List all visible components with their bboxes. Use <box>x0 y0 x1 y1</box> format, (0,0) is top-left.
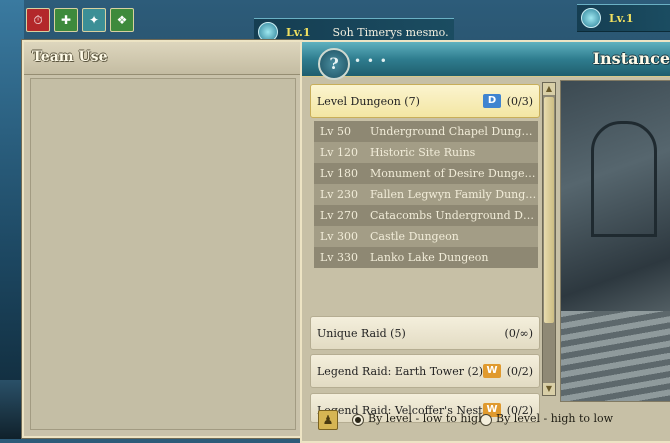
dungeon-row[interactable]: Lv 330 Lanko Lake Dungeon <box>314 247 538 268</box>
sort-low-high-radio[interactable] <box>352 414 364 426</box>
person-icon[interactable]: ♟ <box>318 410 338 430</box>
dungeon-row[interactable]: Lv 270 Catacombs Underground Du... <box>314 205 538 226</box>
dungeon-level: Lv 270 <box>320 209 359 222</box>
category-label: Legend Raid: Earth Tower (2) <box>317 365 484 378</box>
scroll-down-arrow-icon[interactable]: ▼ <box>543 383 555 395</box>
category-label: Level Dungeon (7) <box>317 95 420 108</box>
sort-bar: ♟ By level - low to high By level - high… <box>310 406 670 434</box>
dungeon-level: Lv 180 <box>320 167 359 180</box>
dungeon-name: Underground Chapel Dungeon <box>370 125 538 138</box>
help-button[interactable]: ? <box>318 48 350 80</box>
dungeon-name: Castle Dungeon <box>370 230 459 243</box>
dungeon-name: Lanko Lake Dungeon <box>370 251 489 264</box>
dungeon-row[interactable]: Lv 300 Castle Dungeon <box>314 226 538 247</box>
level-orb-icon <box>581 8 601 28</box>
team-use-title: Team Use <box>32 49 108 65</box>
category-level-dungeon[interactable]: Level Dungeon (7) D (0/3) <box>310 84 540 118</box>
scroll-thumb[interactable] <box>544 97 554 323</box>
category-count: (0/2) <box>506 365 533 378</box>
category-label: Unique Raid (5) <box>317 327 406 340</box>
potion-buff-icon[interactable]: ✚ <box>54 8 78 32</box>
background-scene-left <box>0 0 24 439</box>
scroll-up-arrow-icon[interactable]: ▲ <box>543 83 555 95</box>
player-level: Lv.1 <box>286 25 311 39</box>
dungeon-list: Lv 50 Underground Chapel Dungeon Lv 120 … <box>314 121 538 268</box>
leaf-buff-icon[interactable]: ❖ <box>110 8 134 32</box>
category-count: (0/3) <box>506 95 533 108</box>
category-legend-raid-earth-tower[interactable]: Legend Raid: Earth Tower (2) W (0/2) <box>310 354 540 388</box>
dungeon-category-list: Level Dungeon (7) D (0/3) Lv 50 Undergro… <box>310 80 544 423</box>
other-level: Lv.1 <box>609 11 634 25</box>
header-ornament: • • • <box>354 54 388 68</box>
clock-buff-icon[interactable]: ⏱ <box>26 8 50 32</box>
category-unique-raid[interactable]: Unique Raid (5) (0/∞) <box>310 316 540 350</box>
dungeon-row[interactable]: Lv 180 Monument of Desire Dungeon <box>314 163 538 184</box>
team-use-panel: Team Use <box>22 40 302 438</box>
sort-high-low-radio[interactable] <box>480 414 492 426</box>
instance-header: ? • • • Instance <box>302 42 670 80</box>
dungeon-level: Lv 50 <box>320 125 352 138</box>
sort-low-high-label[interactable]: By level - low to high <box>368 412 485 425</box>
buff-bar: ⏱ ✚ ✦ ❖ <box>26 8 134 32</box>
dungeon-level: Lv 300 <box>320 230 359 243</box>
instance-panel: ? • • • Instance Level Dungeon (7) D (0/… <box>300 40 670 443</box>
team-use-list <box>30 78 296 430</box>
dungeon-level: Lv 120 <box>320 146 359 159</box>
dungeon-row[interactable]: Lv 120 Historic Site Ruins <box>314 142 538 163</box>
list-scrollbar[interactable]: ▲ ▼ <box>542 82 556 396</box>
shield-buff-icon[interactable]: ✦ <box>82 8 106 32</box>
dungeon-name: Monument of Desire Dungeon <box>370 167 538 180</box>
dungeon-name: Catacombs Underground Du... <box>370 209 538 222</box>
category-count: (0/∞) <box>504 327 533 340</box>
other-nameplate: Lv.1 <box>577 4 670 32</box>
dungeon-name: Fallen Legwyn Family Dungeon <box>370 188 538 201</box>
dungeon-level: Lv 230 <box>320 188 359 201</box>
dungeon-preview-image <box>560 80 670 402</box>
daily-badge: D <box>483 94 501 108</box>
instance-title: Instance <box>592 49 670 68</box>
weekly-badge: W <box>483 364 501 378</box>
player-name: Soh Timerys mesmo. <box>332 25 449 39</box>
preview-arch <box>591 121 657 237</box>
dungeon-row[interactable]: Lv 50 Underground Chapel Dungeon <box>314 121 538 142</box>
sort-high-low-label[interactable]: By level - high to low <box>496 412 613 425</box>
dungeon-name: Historic Site Ruins <box>370 146 476 159</box>
dungeon-row[interactable]: Lv 230 Fallen Legwyn Family Dungeon <box>314 184 538 205</box>
level-orb-icon <box>258 22 278 42</box>
preview-stairs <box>561 311 670 401</box>
dungeon-level: Lv 330 <box>320 251 359 264</box>
